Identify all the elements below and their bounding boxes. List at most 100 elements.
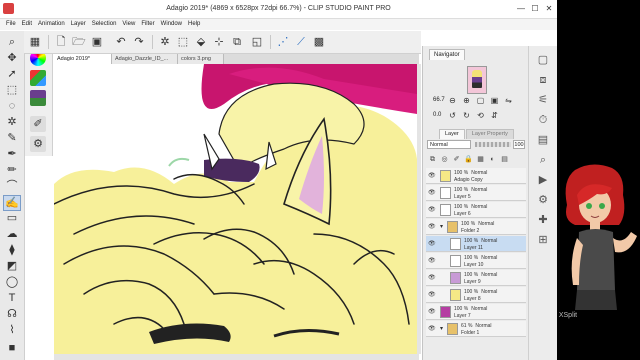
menu-window[interactable]: Window [158,19,185,30]
zoom-in-icon[interactable]: ⊕ [461,95,472,106]
tab-colors-3[interactable]: colors 3.png [178,54,224,64]
eyedropper-tool-icon[interactable]: ✎ [4,131,20,145]
visibility-eye-icon[interactable]: 👁 [428,240,436,247]
menu-help[interactable]: Help [185,19,203,30]
layer-row[interactable]: 👁 100 % Normal Layer 10 [426,253,526,269]
menu-filter[interactable]: Filter [138,19,157,30]
snap-grid-icon[interactable]: ▩ [312,35,326,49]
reference-layer-icon[interactable]: ◎ [439,154,450,165]
maximize-button[interactable]: ☐ [529,3,541,14]
undo-icon[interactable]: ↶ [114,35,128,49]
opacity-slider[interactable] [475,142,511,147]
search-layer-icon[interactable]: ⌕ [535,152,551,168]
menu-view[interactable]: View [119,19,138,30]
layer-name[interactable]: Layer 10 [464,262,483,268]
layer-row[interactable]: 👁 100 % Normal Layer 5 [426,185,526,201]
horizontal-scrollbar[interactable] [54,354,419,360]
layer-name[interactable]: Layer 7 [454,313,471,319]
fit-window-icon[interactable]: ▣ [489,95,500,106]
blend-mode-select[interactable]: Normal [427,140,471,149]
correct-line-tool-icon[interactable]: ⌇ [4,323,20,337]
reset-rotation-icon[interactable]: ⟲ [475,110,486,121]
opacity-value[interactable]: 100 [513,140,525,149]
auto-select-tool-icon[interactable]: ✲ [4,115,20,129]
layer-row[interactable]: 👁 100 % Normal Adagio Copy [426,168,526,184]
rotate-left-icon[interactable]: ↺ [447,110,458,121]
draft-layer-icon[interactable]: ✐ [451,154,462,165]
material-panel-icon[interactable]: ▤ [535,132,551,148]
menu-edit[interactable]: Edit [19,19,35,30]
history-panel-icon[interactable]: ⏱ [535,112,551,128]
animation-panel-icon[interactable]: ▶ [535,172,551,188]
clip-layer-icon[interactable]: ⧉ [427,154,438,165]
tool-property-icon[interactable]: ⚙ [30,136,46,152]
layer-name[interactable]: Folder 1 [461,330,479,336]
delete-icon[interactable]: ✲ [158,35,172,49]
extra-panel-icon[interactable]: ⊞ [535,232,551,248]
visibility-eye-icon[interactable]: 👁 [428,325,436,332]
lock-layer-icon[interactable]: 🔒 [463,154,474,165]
main-color-swatch-icon[interactable]: ■ [4,341,20,355]
layer-row[interactable]: 👁 100 % Normal Layer 11 [426,236,526,252]
layer-row[interactable]: 👁 100 % Normal Layer 7 [426,304,526,320]
layer-row[interactable]: 👁 100 % Normal Layer 9 [426,270,526,286]
clear-icon[interactable]: ⬚ [176,35,190,49]
menu-grid-icon[interactable]: ▦ [28,35,42,49]
open-file-icon[interactable]: 🗁 [72,35,86,49]
brush-settings-icon[interactable]: ✐ [30,116,46,132]
fill-tool-icon[interactable]: ⧫ [4,243,20,257]
layer-name[interactable]: Layer 8 [464,296,481,302]
layer-row[interactable]: 👁 100 % Normal Layer 6 [426,202,526,218]
zoom-out-icon[interactable]: ⊖ [447,95,458,106]
transform-icon[interactable]: ⊹ [212,35,226,49]
visibility-eye-icon[interactable]: 👁 [428,291,436,298]
flip-vertical-icon[interactable]: ⇵ [489,110,500,121]
fill-selection-icon[interactable]: ⬙ [194,35,208,49]
copy-icon[interactable]: ⧉ [230,35,244,49]
auto-action-panel-icon[interactable]: ⚙ [535,192,551,208]
redo-icon[interactable]: ↷ [132,35,146,49]
pencil-tool-icon[interactable]: ✏ [4,163,20,177]
navigator-zoom-value[interactable]: 66.7 [433,97,445,103]
close-button[interactable]: ✕ [543,3,555,14]
visibility-eye-icon[interactable]: 👁 [428,206,436,213]
navigator-panel-icon[interactable]: ▢ [535,52,551,68]
minimize-button[interactable]: — [515,3,527,14]
layer-row[interactable]: 👁 ▾ 61 % Normal Folder 1 [426,321,526,337]
navigator-rotation-value[interactable]: 0.0 [433,112,441,118]
move-tool-icon[interactable]: ✥ [4,51,20,65]
visibility-eye-icon[interactable]: 👁 [428,189,436,196]
layer-name[interactable]: Folder 2 [461,228,479,234]
layer-name[interactable]: Layer 9 [464,279,481,285]
mask-icon[interactable]: ◐ [487,154,498,165]
layer-properties-panel-icon[interactable]: ⚟ [535,92,551,108]
balloon-tool-icon[interactable]: ☊ [4,307,20,321]
snap-special-ruler-icon[interactable]: ⟋ [294,35,308,49]
layer-row[interactable]: 👁 100 % Normal Layer 8 [426,287,526,303]
layer-name[interactable]: Layer 6 [454,211,471,217]
visibility-eye-icon[interactable]: 👁 [428,172,436,179]
sub-view-panel-icon[interactable]: ⧈ [535,72,551,88]
figure-tool-icon[interactable]: ◯ [4,275,20,289]
item-bank-panel-icon[interactable]: ✚ [535,212,551,228]
visibility-eye-icon[interactable]: 👁 [428,308,436,315]
layer-name[interactable]: Layer 11 [464,245,483,251]
actual-size-icon[interactable]: ▢ [475,95,486,106]
gradient-tool-icon[interactable]: ◩ [4,259,20,273]
lock-transparency-icon[interactable]: ▦ [475,154,486,165]
ruler-icon[interactable]: ▤ [499,154,510,165]
menu-file[interactable]: File [0,19,19,30]
layer-row[interactable]: 👁 ▾ 100 % Normal Folder 2 [426,219,526,235]
eraser-tool-icon[interactable]: ▭ [4,211,20,225]
menu-animation[interactable]: Animation [35,19,68,30]
selection-tool-icon[interactable]: ⬚ [4,83,20,97]
tab-layer-property[interactable]: Layer Property [465,129,514,139]
layer-name[interactable]: Layer 5 [454,194,471,200]
tab-navigator[interactable]: Navigator [429,49,465,60]
rotate-right-icon[interactable]: ↻ [461,110,472,121]
navigator-preview[interactable] [467,66,487,94]
brush-tool-icon[interactable]: ⌒ [4,179,20,193]
tab-layer[interactable]: Layer [439,129,465,139]
menu-layer[interactable]: Layer [68,19,89,30]
drawing-canvas[interactable] [54,64,417,356]
